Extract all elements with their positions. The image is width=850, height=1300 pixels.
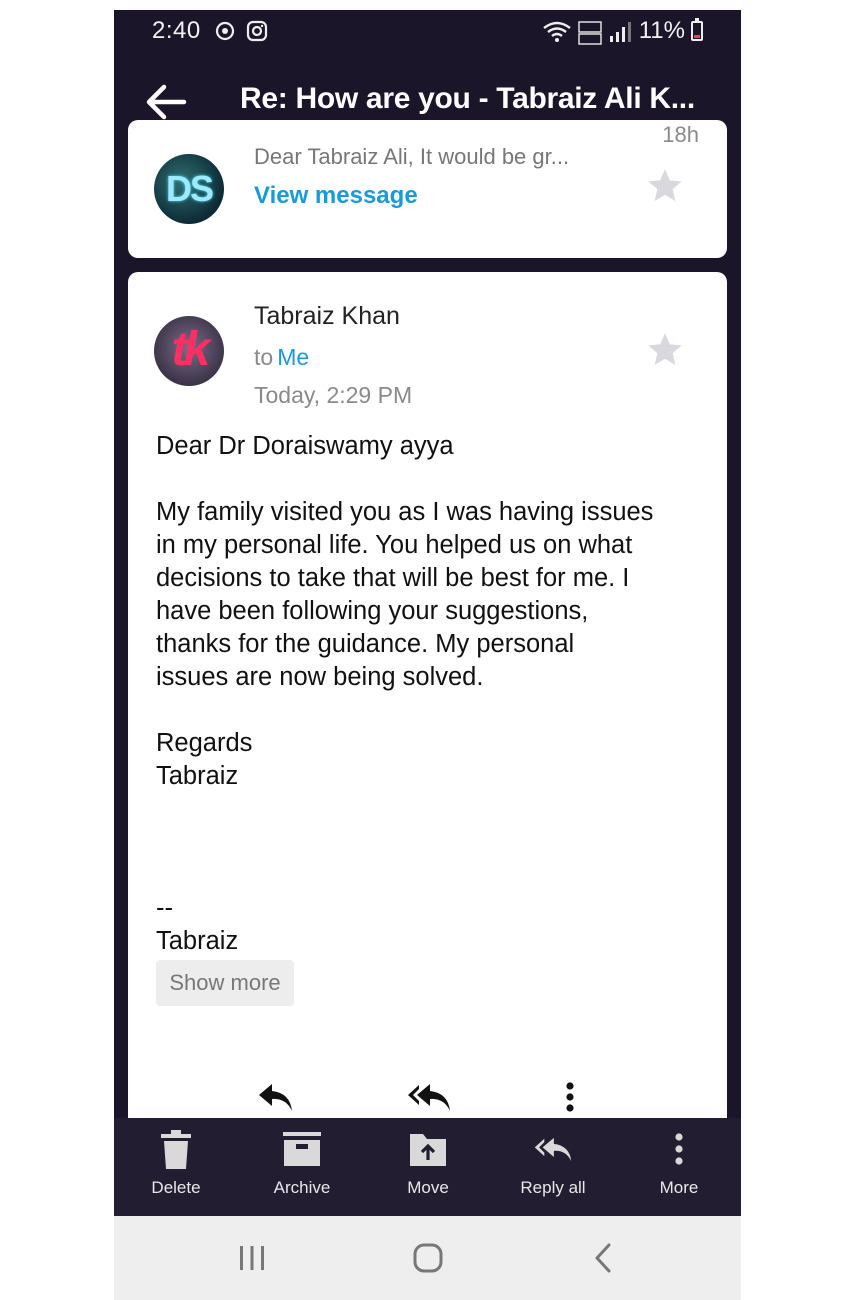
arrow-left-icon[interactable] [144, 82, 188, 122]
signature-name: Tabraiz [156, 927, 239, 955]
sender-name: Tabraiz Khan [254, 302, 400, 330]
wifi-icon [543, 21, 571, 42]
status-bar: 2:40 11% [114, 10, 741, 54]
previous-message-card[interactable]: DS 18h Dear Tabraiz Ali, It would be gr.… [128, 120, 727, 258]
instagram-icon [246, 20, 268, 42]
system-nav-bar [114, 1216, 741, 1300]
recipient-line: to Me [254, 344, 309, 371]
more-button[interactable]: More [624, 1130, 734, 1198]
body-line: decisions to take that will be best for … [156, 564, 630, 592]
avatar: tk [154, 316, 224, 386]
star-icon[interactable] [645, 166, 685, 206]
reply-all-icon[interactable] [406, 1080, 452, 1116]
signature-separator: -- [156, 894, 173, 922]
recipient-link[interactable]: Me [277, 344, 309, 370]
toolbar-label: Archive [273, 1178, 331, 1197]
home-icon[interactable] [408, 1238, 448, 1278]
page-title: Re: How are you - Tabraiz Ali K... [240, 82, 695, 115]
archive-icon [283, 1132, 321, 1166]
avatar-initials: DS [165, 168, 214, 209]
to-prefix: to [254, 344, 274, 370]
trash-icon [161, 1130, 191, 1169]
body-regards: Regards [156, 729, 253, 757]
more-vertical-icon [675, 1133, 683, 1165]
toolbar-label: Move [407, 1178, 449, 1197]
body-line: thanks for the guidance. My personal [156, 630, 575, 658]
battery-percent: 11% [638, 17, 685, 44]
status-time: 2:40 [152, 17, 201, 44]
phone-screen: 2:40 11% Re: How are you - Tabraiz Ali K… [114, 10, 741, 1300]
reply-all-icon [534, 1137, 572, 1162]
body-line: have been following your suggestions, [156, 597, 589, 625]
back-icon[interactable] [584, 1238, 624, 1278]
message-date: Today, 2:29 PM [254, 382, 413, 408]
volte-icon [578, 21, 602, 45]
star-icon[interactable] [645, 330, 685, 370]
reply-icon[interactable] [256, 1080, 296, 1116]
toolbar-label: More [659, 1178, 699, 1197]
archive-button[interactable]: Archive [247, 1130, 357, 1198]
delete-button[interactable]: Delete [121, 1130, 231, 1198]
battery-icon [691, 18, 703, 41]
avatar-initials: tk [171, 323, 211, 376]
message-snippet: Dear Tabraiz Ali, It would be gr... [254, 144, 570, 169]
body-line: in my personal life. You helped us on wh… [156, 531, 633, 559]
message-body: Dear Dr Doraiswamy ayya My family visite… [156, 430, 716, 958]
reply-all-button[interactable]: Reply all [498, 1130, 608, 1198]
message-time: 18h [662, 122, 699, 147]
avatar: DS [154, 154, 224, 224]
body-name: Tabraiz [156, 762, 239, 790]
show-more-button[interactable]: Show more [156, 960, 294, 1006]
recents-icon[interactable] [232, 1238, 272, 1278]
body-line: issues are now being solved. [156, 663, 484, 691]
message-card: tk Tabraiz Khan to Me Today, 2:29 PM Dear… [128, 272, 727, 1172]
whatsapp-icon [215, 21, 235, 41]
view-message-link[interactable]: View message [254, 182, 418, 210]
move-button[interactable]: Move [373, 1130, 483, 1198]
folder-move-icon [410, 1134, 446, 1166]
signal-icon [610, 22, 631, 42]
body-greeting: Dear Dr Doraiswamy ayya [156, 432, 454, 460]
more-vertical-icon[interactable] [560, 1080, 580, 1116]
bottom-toolbar: Delete Archive Move Reply all More [114, 1118, 741, 1216]
toolbar-label: Reply all [520, 1178, 586, 1197]
toolbar-label: Delete [151, 1178, 201, 1197]
body-line: My family visited you as I was having is… [156, 498, 654, 526]
